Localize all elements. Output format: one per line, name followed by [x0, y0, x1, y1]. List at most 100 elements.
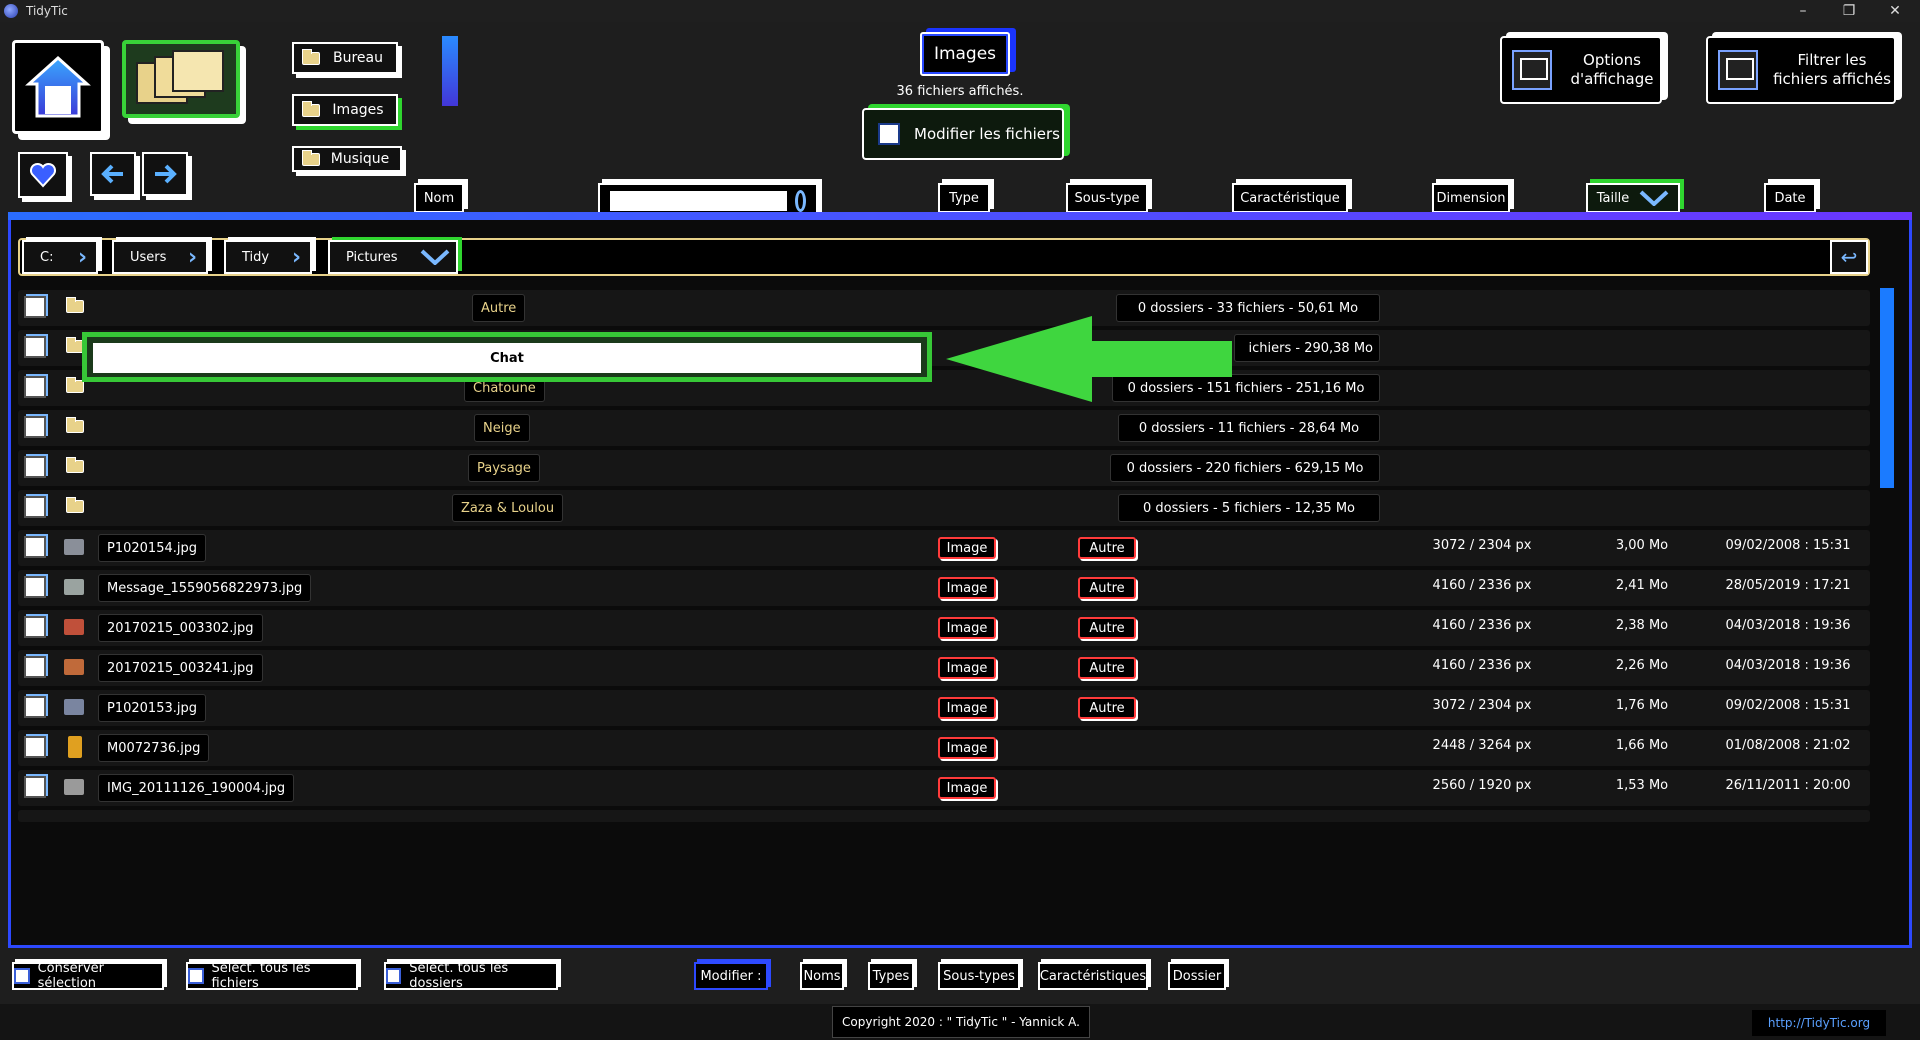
type-tag[interactable]: Image	[938, 737, 996, 759]
dimension-cell: 4160 / 2336 px	[1432, 658, 1532, 673]
subtype-tag[interactable]: Autre	[1078, 657, 1136, 679]
column-type[interactable]: Type	[938, 183, 990, 213]
select-all-folders-button[interactable]: Sélect. tous les dossiers	[384, 961, 558, 991]
list-item[interactable]: Neige 0 dossiers - 11 fichiers - 28,64 M…	[18, 408, 1870, 448]
return-icon: ↩	[1840, 245, 1858, 269]
type-tag[interactable]: Image	[938, 617, 996, 639]
breadcrumb-item[interactable]: C: ›	[22, 240, 98, 274]
select-all-files-label: Select. tous les fichiers	[211, 961, 311, 991]
select-checkbox[interactable]	[24, 736, 46, 758]
select-checkbox[interactable]	[24, 576, 46, 598]
list-item[interactable]: Autre 0 dossiers - 33 fichiers - 50,61 M…	[18, 288, 1870, 328]
shortcut-musique[interactable]: Musique	[292, 146, 402, 172]
checkbox-icon	[386, 968, 402, 984]
subtype-tag[interactable]: Autre	[1078, 537, 1136, 559]
display-options-button[interactable]: Options d'affichage	[1500, 36, 1662, 104]
shortcut-images[interactable]: Images	[292, 94, 398, 126]
search-input[interactable]	[610, 191, 787, 211]
filter-files-button[interactable]: Filtrer les fichiers affichés	[1706, 36, 1896, 104]
keep-selection-button[interactable]: Conserver sélection	[12, 961, 164, 991]
parent-folder-button[interactable]: ↩	[1830, 240, 1868, 274]
select-checkbox[interactable]	[24, 336, 46, 358]
subtype-tag[interactable]: Autre	[1078, 617, 1136, 639]
table-row[interactable]: 20170215_003302.jpg Image Autre 4160 / 2…	[18, 608, 1870, 648]
table-row[interactable]: Message_1559056822973.jpg Image Autre 41…	[18, 568, 1870, 608]
arrow-left-icon	[101, 164, 123, 184]
shortcut-label: Images	[332, 102, 384, 118]
subtype-tag[interactable]: Autre	[1078, 697, 1136, 719]
select-checkbox[interactable]	[24, 696, 46, 718]
modify-folder-button[interactable]: Dossier	[1168, 962, 1226, 990]
select-checkbox[interactable]	[24, 456, 46, 478]
shortcut-bureau[interactable]: Bureau	[292, 42, 398, 74]
edit-icon	[878, 123, 900, 145]
breadcrumb-label: C:	[40, 249, 54, 265]
app-icon	[4, 4, 18, 18]
file-name: M0072736.jpg	[98, 734, 210, 762]
table-row[interactable]: IMG_20111126_190004.jpg Image 2560 / 192…	[18, 768, 1870, 808]
column-dimension[interactable]: Dimension	[1432, 183, 1510, 213]
subtype-tag[interactable]: Autre	[1078, 577, 1136, 599]
scrollbar-thumb[interactable]	[1880, 288, 1894, 488]
column-date[interactable]: Date	[1764, 183, 1816, 213]
date-cell: 04/03/2018 : 19:36	[1725, 658, 1851, 673]
select-checkbox[interactable]	[24, 536, 46, 558]
select-checkbox[interactable]	[24, 416, 46, 438]
shortcut-label: Musique	[330, 151, 390, 167]
back-button[interactable]	[90, 152, 136, 196]
arrow-left-icon	[946, 316, 1232, 402]
search-icon[interactable]	[795, 190, 806, 212]
column-size[interactable]: Taille	[1586, 183, 1680, 213]
column-name[interactable]: Nom	[414, 183, 464, 213]
files-view-button[interactable]	[122, 40, 240, 118]
modify-names-button[interactable]: Noms	[800, 962, 844, 990]
website-link[interactable]: http://TidyTic.org	[1752, 1010, 1886, 1036]
restore-button[interactable]: ❐	[1826, 0, 1872, 22]
favorites-button[interactable]	[18, 152, 68, 198]
size-cell: 2,41 Mo	[1615, 578, 1669, 593]
select-all-files-button[interactable]: Select. tous les fichiers	[186, 961, 358, 991]
column-subtype[interactable]: Sous-type	[1066, 183, 1148, 213]
list-item[interactable]: Zaza & Loulou 0 dossiers - 5 fichiers - …	[18, 488, 1870, 528]
select-checkbox[interactable]	[24, 656, 46, 678]
home-icon	[25, 55, 91, 118]
rename-input[interactable]	[93, 343, 921, 373]
table-row[interactable]: P1020153.jpg Image Autre 3072 / 2304 px …	[18, 688, 1870, 728]
dimension-cell: 4160 / 2336 px	[1432, 578, 1532, 593]
column-characteristic[interactable]: Caractéristique	[1232, 183, 1348, 213]
image-thumbnail	[64, 539, 84, 555]
file-name: Message_1559056822973.jpg	[98, 574, 312, 602]
close-button[interactable]: ✕	[1872, 0, 1918, 22]
minimize-button[interactable]: –	[1780, 0, 1826, 22]
type-tag[interactable]: Image	[938, 577, 996, 599]
breadcrumb-item[interactable]: Tidy ›	[224, 240, 312, 274]
type-tag[interactable]: Image	[938, 697, 996, 719]
list-item[interactable]: Paysage 0 dossiers - 220 fichiers - 629,…	[18, 448, 1870, 488]
type-tag[interactable]: Image	[938, 537, 996, 559]
folder-icon	[66, 417, 84, 433]
modify-subtypes-button[interactable]: Sous-types	[938, 962, 1020, 990]
select-checkbox[interactable]	[24, 776, 46, 798]
modify-types-button[interactable]: Types	[868, 962, 914, 990]
type-tag[interactable]: Image	[938, 777, 996, 799]
select-checkbox[interactable]	[24, 296, 46, 318]
modify-files-button[interactable]: Modifier les fichiers	[862, 108, 1064, 160]
home-button[interactable]	[12, 40, 104, 134]
table-row[interactable]: P1020154.jpg Image Autre 3072 / 2304 px …	[18, 528, 1870, 568]
display-options-line2: d'affichage	[1570, 70, 1654, 88]
breadcrumb-item-current[interactable]: Pictures	[328, 240, 458, 274]
type-tag[interactable]: Image	[938, 657, 996, 679]
breadcrumb-item[interactable]: Users ›	[112, 240, 208, 274]
select-checkbox[interactable]	[24, 616, 46, 638]
select-checkbox[interactable]	[24, 376, 46, 398]
forward-button[interactable]	[142, 152, 188, 196]
dimension-cell: 4160 / 2336 px	[1432, 618, 1532, 633]
shortcut-label: Bureau	[333, 50, 383, 66]
select-checkbox[interactable]	[24, 496, 46, 518]
dimension-cell: 2448 / 3264 px	[1432, 738, 1532, 753]
modify-characteristics-button[interactable]: Caractéristiques	[1038, 962, 1148, 990]
filter-files-line2: fichiers affichés	[1773, 70, 1891, 88]
image-thumbnail	[64, 779, 84, 795]
table-row[interactable]: 20170215_003241.jpg Image Autre 4160 / 2…	[18, 648, 1870, 688]
table-row[interactable]: M0072736.jpg Image 2448 / 3264 px 1,66 M…	[18, 728, 1870, 768]
